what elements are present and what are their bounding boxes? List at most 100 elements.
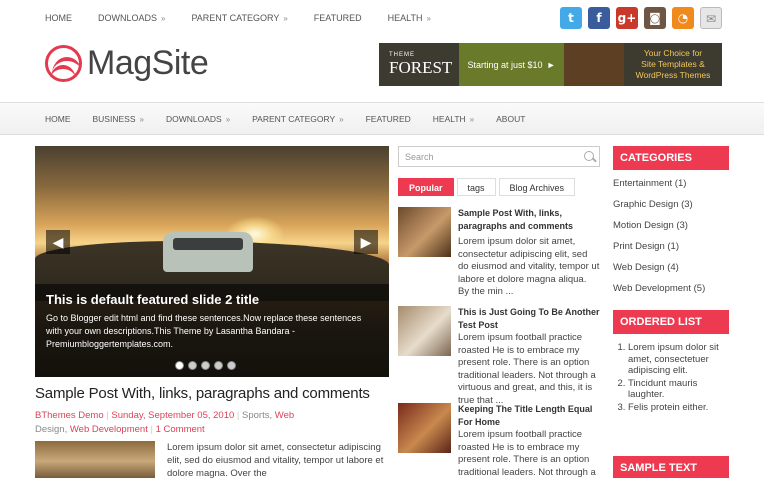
rss-icon[interactable]: ◔ bbox=[672, 7, 694, 29]
popular-post-thumbnail[interactable] bbox=[398, 207, 451, 257]
popular-post[interactable]: This is Just Going To Be Another Test Po… bbox=[398, 306, 600, 406]
post-author[interactable]: BThemes Demo bbox=[35, 410, 104, 421]
topnav-item-parent-category[interactable]: PARENT CATEGORY» bbox=[191, 13, 287, 23]
post-category-link[interactable]: Web bbox=[275, 410, 294, 421]
slider-dot[interactable] bbox=[201, 361, 210, 370]
chevron-down-icon: » bbox=[426, 14, 431, 23]
chevron-down-icon: » bbox=[469, 115, 475, 124]
sidebar-tabs: Popular tags Blog Archives bbox=[398, 178, 576, 196]
popular-post-thumbnail[interactable] bbox=[398, 306, 451, 356]
popular-post[interactable]: Keeping The Title Length Equal For Home … bbox=[398, 403, 600, 478]
mainnav-item-business[interactable]: BUSINESS» bbox=[93, 114, 144, 124]
popular-post-title[interactable]: This is Just Going To Be Another Test Po… bbox=[458, 306, 600, 331]
search-icon[interactable] bbox=[584, 151, 594, 161]
sample-text-heading: SAMPLE TEXT bbox=[613, 456, 729, 478]
mainnav-item-downloads[interactable]: DOWNLOADS» bbox=[166, 114, 230, 124]
post-date[interactable]: Sunday, September 05, 2010 bbox=[111, 410, 234, 421]
mainnav-item-label: ABOUT bbox=[496, 114, 526, 124]
search-input[interactable]: Search bbox=[398, 146, 600, 167]
topnav-item-health[interactable]: HEALTH» bbox=[388, 13, 431, 23]
topnav-item-label: HEALTH bbox=[387, 13, 423, 23]
mainnav-item-featured[interactable]: FEATURED bbox=[366, 114, 411, 124]
main-nav-list: HOME BUSINESS» DOWNLOADS» PARENT CATEGORY» F… bbox=[45, 114, 547, 124]
slide-title[interactable]: This is default featured slide 2 title bbox=[46, 292, 378, 307]
twitter-icon[interactable]: t bbox=[560, 7, 582, 29]
themeforest-banner-ad[interactable]: THEME FOREST Starting at just $10 ► Your… bbox=[379, 43, 722, 86]
ordered-list-item: Lorem ipsum dolor sit amet, consectetuer… bbox=[628, 342, 728, 377]
mainnav-item-label: DOWNLOADS bbox=[165, 114, 222, 124]
chevron-down-icon: » bbox=[283, 14, 288, 23]
facebook-icon[interactable]: f bbox=[588, 7, 610, 29]
mainnav-item-health[interactable]: HEALTH» bbox=[433, 114, 474, 124]
banner-tagline-line: Site Templates & bbox=[641, 59, 705, 69]
category-link[interactable]: Motion Design (3) bbox=[613, 220, 705, 241]
topnav-item-label: PARENT CATEGORY bbox=[191, 13, 280, 23]
popular-post-excerpt: Lorem ipsum football practice roasted He… bbox=[458, 429, 596, 478]
chevron-down-icon: » bbox=[225, 115, 231, 124]
popular-post-title[interactable]: Sample Post With, links, paragraphs and … bbox=[458, 207, 600, 232]
popular-post-thumbnail[interactable] bbox=[398, 403, 451, 453]
post-comments-link[interactable]: 1 Comment bbox=[156, 424, 205, 435]
slider-dots bbox=[175, 361, 236, 370]
google-plus-icon[interactable]: g+ bbox=[616, 7, 638, 29]
topnav-item-label: DOWNLOADS bbox=[98, 13, 158, 23]
banner-tagline-line: Your Choice for bbox=[643, 48, 703, 58]
slider-dot[interactable] bbox=[227, 361, 236, 370]
slider-next-icon[interactable]: ▶ bbox=[354, 230, 378, 254]
tab-tags[interactable]: tags bbox=[456, 178, 496, 196]
banner-arrow-icon: ► bbox=[546, 59, 556, 70]
post-category-link[interactable]: Web Development bbox=[70, 424, 148, 435]
mail-icon[interactable]: ✉ bbox=[700, 7, 722, 29]
mainnav-item-label: PARENT CATEGORY bbox=[252, 114, 336, 124]
mainnav-item-label: HOME bbox=[45, 114, 71, 124]
banner-tagline: Your Choice for Site Templates & WordPre… bbox=[624, 48, 722, 81]
mainnav-item-label: FEATURED bbox=[365, 114, 411, 124]
topnav-item-featured[interactable]: FEATURED bbox=[314, 13, 362, 23]
post-category-link[interactable]: Design, bbox=[35, 424, 67, 435]
slide-van bbox=[163, 232, 253, 272]
logo-text: MagSite bbox=[87, 44, 209, 82]
instagram-icon[interactable]: ◙ bbox=[644, 7, 666, 29]
chevron-down-icon: » bbox=[339, 115, 344, 124]
slide-text: Go to Blogger edit html and find these s… bbox=[46, 313, 362, 349]
slider-prev-icon[interactable]: ◀ bbox=[46, 230, 70, 254]
post-category-link[interactable]: Sports, bbox=[242, 410, 272, 421]
social-icons: t f g+ ◙ ◔ ✉ bbox=[560, 7, 722, 29]
ordered-list-item: Tincidunt mauris laughter. bbox=[628, 378, 728, 401]
ordered-list: Lorem ipsum dolor sit amet, consectetuer… bbox=[628, 342, 728, 414]
slider-dot[interactable] bbox=[188, 361, 197, 370]
popular-post-excerpt: Lorem ipsum dolor sit amet, consectetur … bbox=[458, 236, 600, 297]
topnav-item-downloads[interactable]: DOWNLOADS» bbox=[98, 13, 165, 23]
mainnav-item-label: HEALTH bbox=[432, 114, 466, 124]
chevron-down-icon: » bbox=[161, 14, 166, 23]
popular-post[interactable]: Sample Post With, links, paragraphs and … bbox=[398, 207, 600, 297]
banner-offer-text: Starting at just $10 bbox=[467, 59, 543, 70]
site-logo[interactable]: MagSite bbox=[45, 44, 209, 83]
post-meta: BThemes Demo | Sunday, September 05, 201… bbox=[35, 409, 390, 437]
tab-blog-archives[interactable]: Blog Archives bbox=[498, 178, 576, 196]
featured-slider[interactable]: ◀ ▶ This is default featured slide 2 tit… bbox=[35, 146, 389, 377]
category-link[interactable]: Web Development (5) bbox=[613, 283, 705, 304]
ordered-list-heading: ORDERED LIST bbox=[613, 310, 729, 334]
slider-dot[interactable] bbox=[175, 361, 184, 370]
top-navigation: HOME DOWNLOADS» PARENT CATEGORY» FEATURED HE… bbox=[0, 0, 764, 38]
topnav-item-label: HOME bbox=[45, 13, 72, 23]
topnav-item-home[interactable]: HOME bbox=[45, 13, 72, 23]
tab-popular[interactable]: Popular bbox=[398, 178, 454, 196]
mainnav-item-about[interactable]: ABOUT bbox=[496, 114, 525, 124]
slider-dot[interactable] bbox=[214, 361, 223, 370]
mainnav-item-parent-category[interactable]: PARENT CATEGORY» bbox=[252, 114, 343, 124]
category-link[interactable]: Graphic Design (3) bbox=[613, 199, 705, 220]
category-link[interactable]: Entertainment (1) bbox=[613, 178, 705, 199]
popular-post-title[interactable]: Keeping The Title Length Equal For Home bbox=[458, 403, 600, 428]
mainnav-item-label: BUSINESS bbox=[92, 114, 136, 124]
logo-mark-icon bbox=[45, 45, 82, 82]
main-navigation: HOME BUSINESS» DOWNLOADS» PARENT CATEGORY» F… bbox=[0, 102, 764, 135]
category-link[interactable]: Web Design (4) bbox=[613, 262, 705, 283]
category-link[interactable]: Print Design (1) bbox=[613, 241, 705, 262]
post-title[interactable]: Sample Post With, links, paragraphs and … bbox=[35, 385, 370, 402]
mainnav-item-home[interactable]: HOME bbox=[45, 114, 71, 124]
post-thumbnail[interactable] bbox=[35, 441, 155, 478]
banner-tagline-line: WordPress Themes bbox=[635, 70, 711, 80]
banner-brand: THEME FOREST bbox=[379, 52, 459, 78]
